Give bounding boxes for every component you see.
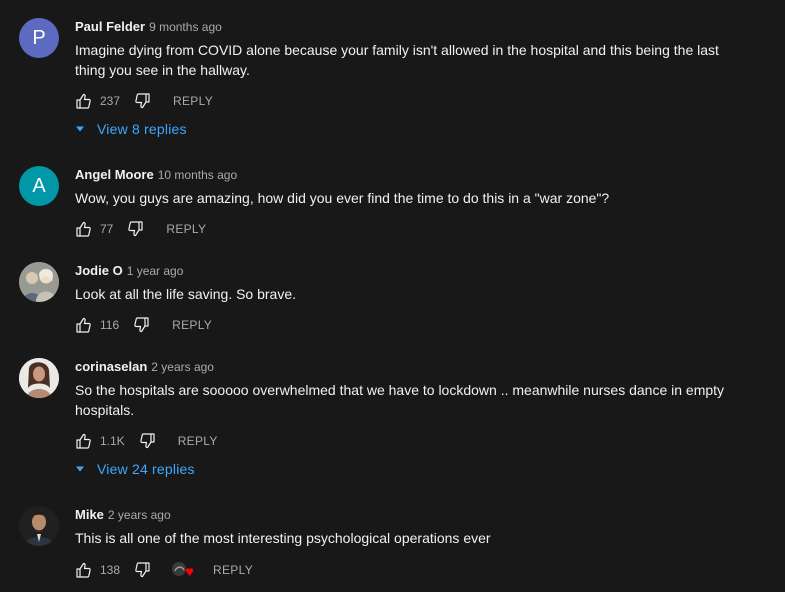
comment-text: Wow, you guys are amazing, how did you e…: [75, 188, 735, 208]
comment-actions: 237 REPLY: [75, 92, 213, 110]
thumb-down-icon[interactable]: [135, 562, 151, 578]
comment-time[interactable]: 2 years ago: [151, 360, 214, 374]
avatar[interactable]: A: [19, 166, 59, 206]
thumb-down-icon[interactable]: [134, 317, 150, 333]
thumb-up-icon[interactable]: [75, 562, 91, 578]
comment-header: Mike 2 years ago: [75, 506, 171, 524]
comment-header: Paul Felder 9 months ago: [75, 18, 222, 36]
reply-button[interactable]: REPLY: [213, 563, 253, 577]
heart-icon: [172, 562, 194, 577]
comment-time[interactable]: 2 years ago: [108, 508, 171, 522]
caret-down-icon: [75, 464, 85, 474]
comment-header: Angel Moore 10 months ago: [75, 166, 237, 184]
comment-actions: 138 REPLY: [75, 561, 253, 579]
comment-time[interactable]: 9 months ago: [149, 20, 222, 34]
like-count: 237: [100, 94, 121, 108]
comment-time[interactable]: 1 year ago: [127, 264, 184, 278]
comment-actions: 116 REPLY: [75, 316, 212, 334]
like-count: 77: [100, 222, 114, 236]
reply-button[interactable]: REPLY: [178, 434, 218, 448]
thumb-down-icon[interactable]: [128, 221, 144, 237]
caret-down-icon: [75, 124, 85, 134]
comment-text: Look at all the life saving. So brave.: [75, 284, 735, 304]
comment-text-line: Imagine dying from COVID alone because y…: [75, 42, 719, 58]
thumb-up-icon[interactable]: [75, 93, 91, 109]
avatar-photo: [19, 358, 59, 398]
creator-heart[interactable]: [171, 561, 195, 579]
view-replies-label: View 8 replies: [97, 121, 187, 137]
author-name[interactable]: Mike: [75, 507, 104, 522]
like-count: 138: [100, 563, 121, 577]
avatar[interactable]: [19, 262, 59, 302]
comment-text-line: This is all one of the most interesting …: [75, 530, 491, 546]
author-name[interactable]: Jodie O: [75, 263, 123, 278]
reply-button[interactable]: REPLY: [173, 94, 213, 108]
comment-text-line: Look at all the life saving. So brave.: [75, 286, 297, 302]
author-name[interactable]: corinaselan: [75, 359, 147, 374]
thumb-up-icon[interactable]: [75, 317, 91, 333]
thumb-up-icon[interactable]: [75, 433, 91, 449]
comment-text: So the hospitals are sooooo overwhelmed …: [75, 380, 735, 420]
like-count: 1.1K: [100, 434, 125, 448]
comment-time[interactable]: 10 months ago: [158, 168, 237, 182]
comment-actions: 1.1K REPLY: [75, 432, 218, 450]
reply-button[interactable]: REPLY: [166, 222, 206, 236]
comment-text-line: Wow, you guys are amazing, how did you e…: [75, 190, 610, 206]
reply-button[interactable]: REPLY: [172, 318, 212, 332]
like-count: 116: [100, 318, 120, 332]
comment-text: Imagine dying from COVID alone because y…: [75, 40, 735, 80]
comment-text: This is all one of the most interesting …: [75, 528, 735, 548]
avatar[interactable]: P: [19, 18, 59, 58]
comment-text-line: thing you see in the hallway.: [75, 62, 250, 78]
avatar-photo: [19, 506, 59, 546]
avatar-photo: [19, 262, 59, 302]
thumb-down-icon[interactable]: [139, 433, 156, 449]
view-replies-label: View 24 replies: [97, 461, 195, 477]
comment-actions: 77 REPLY: [75, 220, 206, 238]
author-name[interactable]: Paul Felder: [75, 19, 145, 34]
avatar[interactable]: [19, 506, 59, 546]
view-replies-button[interactable]: View 24 replies: [75, 461, 195, 477]
comment-text-line: So the hospitals are sooooo overwhelmed …: [75, 382, 725, 398]
comment-header: corinaselan 2 years ago: [75, 358, 214, 376]
avatar[interactable]: [19, 358, 59, 398]
view-replies-button[interactable]: View 8 replies: [75, 121, 187, 137]
author-name[interactable]: Angel Moore: [75, 167, 154, 182]
comment-header: Jodie O 1 year ago: [75, 262, 183, 280]
thumb-up-icon[interactable]: [75, 221, 91, 237]
thumb-down-icon[interactable]: [135, 93, 151, 109]
comment-text-line: hospitals.: [75, 402, 135, 418]
